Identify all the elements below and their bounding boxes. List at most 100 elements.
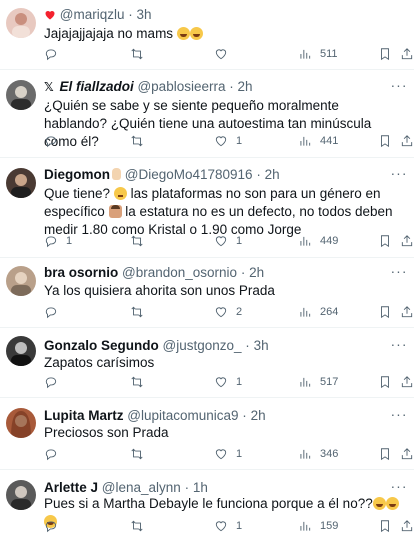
more-options-icon[interactable]: ··· bbox=[390, 479, 408, 496]
bookmark-button[interactable] bbox=[378, 374, 392, 390]
reply-button[interactable]: 1 bbox=[44, 233, 72, 249]
avatar[interactable] bbox=[6, 168, 36, 198]
timestamp[interactable]: 2h bbox=[251, 408, 266, 423]
author-name[interactable]: Gonzalo Segundo bbox=[44, 338, 159, 353]
reply-button[interactable] bbox=[44, 46, 66, 62]
retweet-button[interactable] bbox=[130, 518, 152, 534]
reply-button[interactable] bbox=[44, 374, 66, 390]
tweet-actions: 1 346 bbox=[44, 446, 413, 462]
share-button[interactable] bbox=[400, 518, 414, 534]
reply-icon bbox=[45, 449, 57, 461]
timestamp[interactable]: 2h bbox=[249, 265, 264, 280]
reply-button[interactable] bbox=[44, 518, 66, 534]
author-name[interactable]: Diegomon bbox=[44, 167, 110, 182]
reply-button[interactable] bbox=[44, 133, 66, 149]
more-options-icon[interactable]: ··· bbox=[390, 337, 408, 354]
tweet[interactable]: Lupita Martz @lupitacomunica9 · 2h ··· P… bbox=[0, 398, 414, 470]
tweet[interactable]: 𝕏 El fiallzadoi @pablosieerra · 2h ··· ¿… bbox=[0, 70, 414, 158]
share-button[interactable] bbox=[400, 233, 414, 249]
timestamp[interactable]: 3h bbox=[137, 7, 152, 22]
reply-button[interactable] bbox=[44, 446, 66, 462]
author-handle[interactable]: @pablosieerra bbox=[137, 79, 225, 94]
tweet[interactable]: @mariqzlu · 3h Jajajajjajaja no mams 511 bbox=[0, 0, 414, 70]
retweet-button[interactable] bbox=[130, 304, 152, 320]
author-handle[interactable]: @lupitacomunica9 bbox=[127, 408, 238, 423]
bookmark-icon bbox=[381, 376, 389, 389]
retweet-button[interactable] bbox=[130, 446, 152, 462]
author-handle[interactable]: @mariqzlu bbox=[60, 7, 125, 22]
timestamp[interactable]: 2h bbox=[238, 79, 253, 94]
views-button[interactable]: 441 bbox=[298, 133, 338, 149]
views-button[interactable]: 264 bbox=[298, 304, 338, 320]
views-button[interactable]: 517 bbox=[298, 374, 338, 390]
more-options-icon[interactable]: ··· bbox=[390, 264, 408, 281]
bookmark-button[interactable] bbox=[378, 446, 392, 462]
bookmark-button[interactable] bbox=[378, 46, 392, 62]
author-name[interactable]: Arlette J bbox=[44, 480, 98, 495]
retweet-icon bbox=[131, 520, 143, 532]
share-icon bbox=[401, 135, 413, 147]
views-button[interactable]: 511 bbox=[298, 46, 338, 62]
like-button[interactable] bbox=[214, 46, 236, 62]
share-button[interactable] bbox=[400, 304, 414, 320]
tweet[interactable]: Gonzalo Segundo @justgonzo_ · 3h ··· Zap… bbox=[0, 328, 414, 398]
avatar[interactable] bbox=[6, 336, 36, 366]
more-options-icon[interactable]: ··· bbox=[390, 407, 408, 424]
tweet[interactable]: bra osornio @brandon_osornio · 2h ··· Ya… bbox=[0, 258, 414, 328]
more-options-icon[interactable]: ··· bbox=[390, 166, 408, 183]
like-button[interactable]: 1 bbox=[214, 374, 242, 390]
author-name[interactable]: El fiallzadoi bbox=[59, 79, 133, 94]
bookmark-button[interactable] bbox=[378, 233, 392, 249]
author-handle[interactable]: @DiegoMo41780916 bbox=[125, 167, 253, 182]
tweet-actions: 511 bbox=[44, 46, 413, 62]
bookmark-button[interactable] bbox=[378, 304, 392, 320]
avatar[interactable] bbox=[6, 80, 36, 110]
tweet-text: Jajajajjajaja no mams bbox=[44, 25, 404, 43]
bookmark-button[interactable] bbox=[378, 133, 392, 149]
like-button[interactable]: 2 bbox=[214, 304, 242, 320]
rofl-emoji bbox=[385, 497, 399, 510]
share-button[interactable] bbox=[400, 133, 414, 149]
retweet-button[interactable] bbox=[130, 46, 152, 62]
author-handle[interactable]: @justgonzo_ bbox=[163, 338, 242, 353]
heart-outline-icon bbox=[215, 307, 227, 318]
bookmark-button[interactable] bbox=[378, 518, 392, 534]
share-icon bbox=[401, 235, 413, 247]
like-button[interactable]: 1 bbox=[214, 233, 242, 249]
retweet-button[interactable] bbox=[130, 233, 152, 249]
author-handle[interactable]: @lena_alynn bbox=[102, 480, 181, 495]
timestamp[interactable]: 1h bbox=[193, 480, 208, 495]
views-icon bbox=[300, 136, 311, 146]
views-button[interactable]: 159 bbox=[298, 518, 338, 534]
like-button[interactable]: 1 bbox=[214, 133, 242, 149]
like-button[interactable]: 1 bbox=[214, 518, 242, 534]
reply-button[interactable] bbox=[44, 304, 66, 320]
author-name[interactable]: bra osornio bbox=[44, 265, 118, 280]
like-button[interactable]: 1 bbox=[214, 446, 242, 462]
tweet[interactable]: Arlette J @lena_alynn · 1h ··· Pues si a… bbox=[0, 470, 414, 536]
avatar[interactable] bbox=[6, 408, 36, 438]
views-button[interactable]: 346 bbox=[298, 446, 338, 462]
author-handle[interactable]: @brandon_osornio bbox=[122, 265, 237, 280]
share-button[interactable] bbox=[400, 446, 414, 462]
avatar[interactable] bbox=[6, 8, 36, 38]
tweet[interactable]: Diegomon @DiegoMo41780916 · 2h ··· Que t… bbox=[0, 158, 414, 258]
retweet-button[interactable] bbox=[130, 133, 152, 149]
share-icon bbox=[401, 448, 413, 460]
share-button[interactable] bbox=[400, 374, 414, 390]
more-options-icon[interactable]: ··· bbox=[390, 78, 408, 95]
share-icon bbox=[401, 376, 413, 388]
rofl-emoji bbox=[176, 27, 190, 40]
views-button[interactable]: 449 bbox=[298, 233, 338, 249]
share-button[interactable] bbox=[400, 46, 414, 62]
retweet-icon bbox=[131, 376, 143, 388]
avatar[interactable] bbox=[6, 266, 36, 296]
timestamp[interactable]: 3h bbox=[254, 338, 269, 353]
avatar[interactable] bbox=[6, 480, 36, 510]
hand-emoji bbox=[112, 168, 121, 180]
timestamp[interactable]: 2h bbox=[265, 167, 280, 182]
person-emoji bbox=[108, 205, 122, 218]
tweet-header: Lupita Martz @lupitacomunica9 · 2h bbox=[44, 408, 266, 423]
author-name[interactable]: Lupita Martz bbox=[44, 408, 124, 423]
retweet-button[interactable] bbox=[130, 374, 152, 390]
